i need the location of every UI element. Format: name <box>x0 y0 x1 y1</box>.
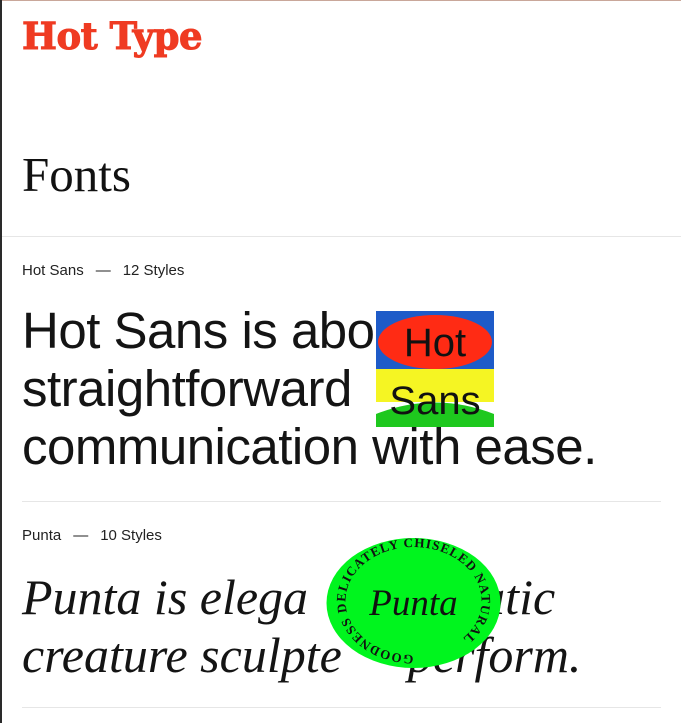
hot-type-logo[interactable]: Hot Type <box>22 17 204 55</box>
font-styles-count: 12 Styles <box>122 262 185 279</box>
specimen-line: straightforward <box>22 360 352 417</box>
font-specimen-hot-sans[interactable]: Hot Sans is abo straightforward communic… <box>22 302 597 476</box>
font-name-link[interactable]: Hot Sans <box>22 262 84 279</box>
specimen-line: creature sculpte <box>22 627 342 683</box>
punta-badge-graphic: GOODNESS DELICATELY CHISELED NATURAL Pun… <box>326 537 501 668</box>
window-top-border <box>0 0 681 1</box>
badge-word-punta: Punta <box>368 583 457 624</box>
font-meta-hot-sans: Hot Sans — 12 Styles <box>22 263 184 278</box>
specimen-line: Punta is elega <box>22 569 309 625</box>
font-meta-punta: Punta — 10 Styles <box>22 528 162 543</box>
window-left-border <box>0 0 2 723</box>
specimen-line: communication with ease. <box>22 418 597 475</box>
hot-sans-badge-graphic: Hot Sans <box>376 311 494 427</box>
meta-separator: — <box>95 262 111 279</box>
meta-separator: — <box>73 527 89 544</box>
font-name-link[interactable]: Punta <box>22 527 61 544</box>
specimen-line: Hot Sans is abo <box>22 302 375 359</box>
header-divider <box>2 236 681 237</box>
badge-word-hot: Hot <box>404 321 466 365</box>
badge-word-sans: Sans <box>389 379 480 423</box>
section-divider <box>22 707 661 708</box>
section-divider <box>22 501 661 502</box>
font-styles-count: 10 Styles <box>100 527 162 544</box>
page-title: Fonts <box>22 147 131 202</box>
